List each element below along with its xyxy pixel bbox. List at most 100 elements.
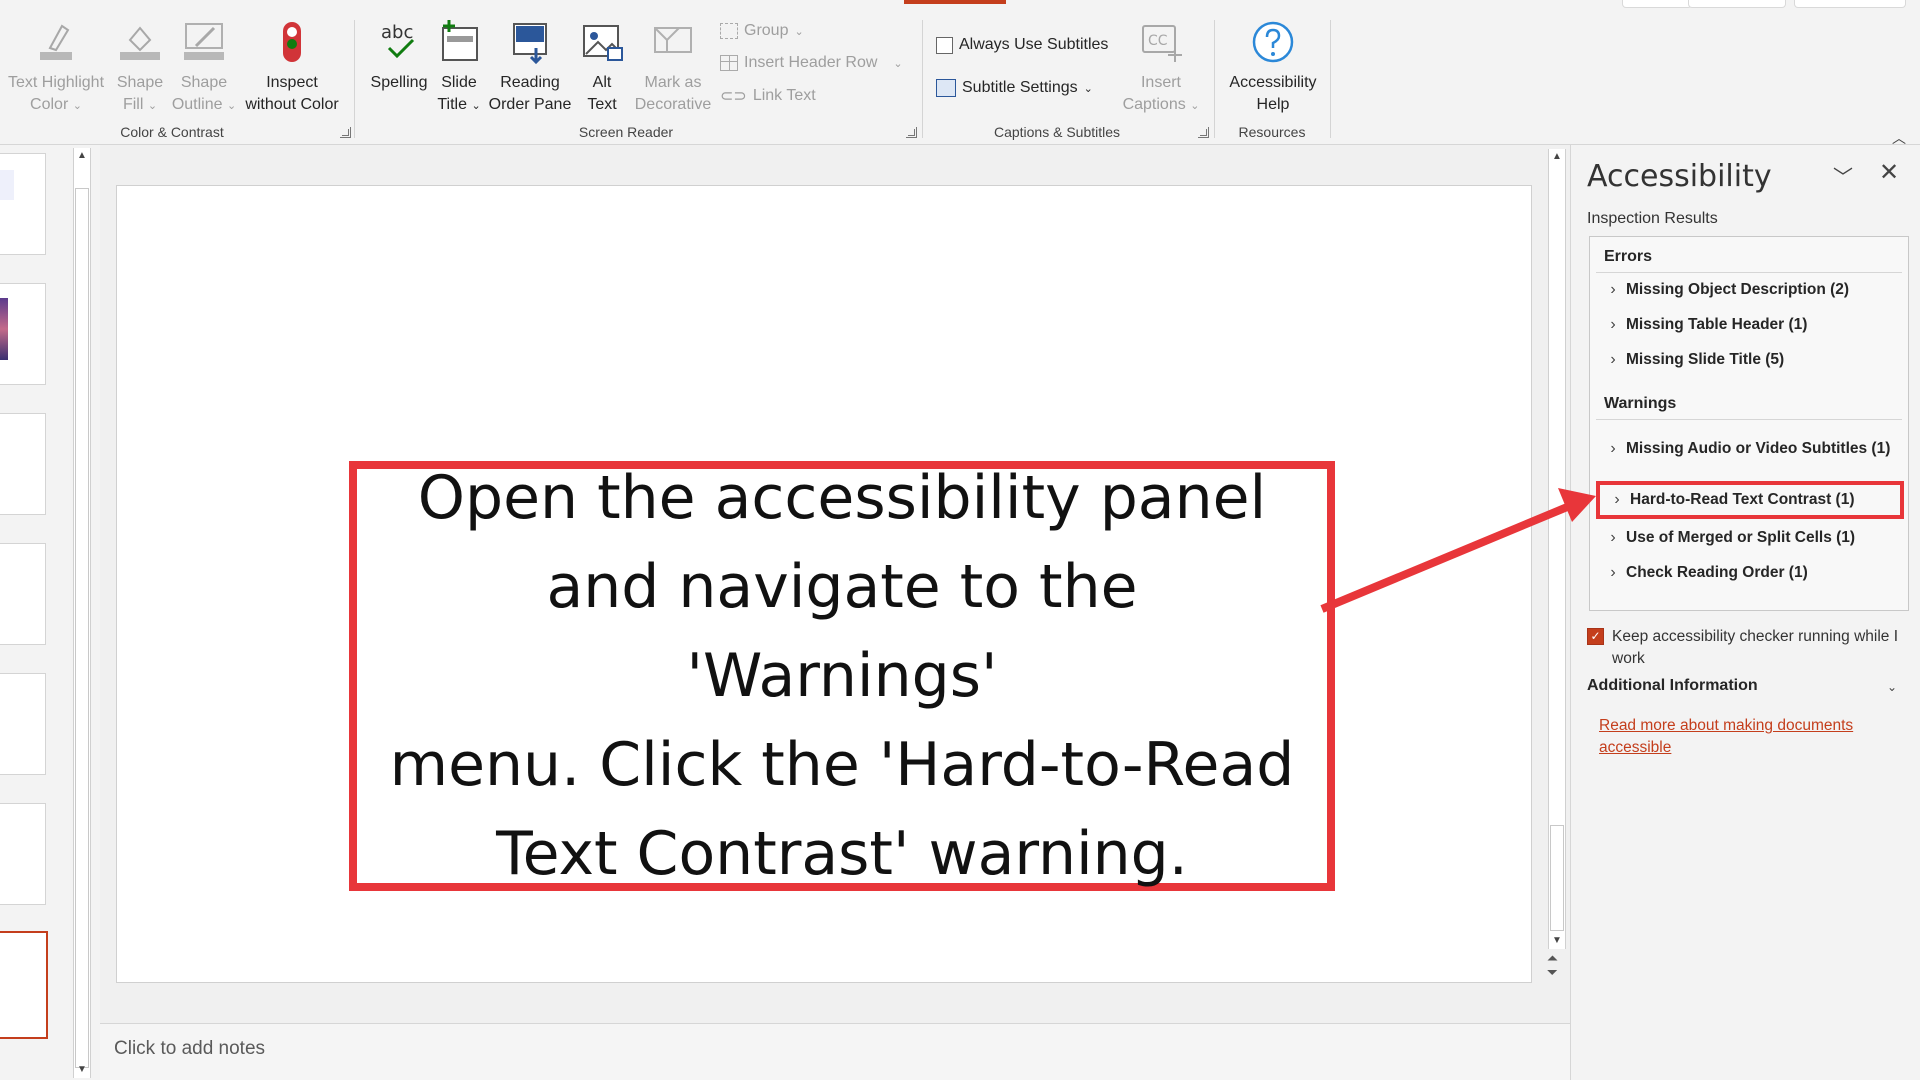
dialog-launcher-icon[interactable] <box>1198 127 1209 138</box>
chevron-down-icon: ⌄ <box>471 100 481 112</box>
scroll-up-icon[interactable]: ▲ <box>74 148 90 164</box>
group-button[interactable]: Group ⌄ <box>720 22 804 40</box>
accessibility-pane: Accessibility ﹀ ✕ Inspection Results Err… <box>1570 145 1920 1080</box>
reading-order-icon <box>513 23 547 65</box>
inspection-results-label: Inspection Results <box>1587 210 1718 227</box>
scroll-thumb[interactable] <box>1550 825 1564 931</box>
slide-title-button[interactable]: Slide Title ⌄ <box>432 18 486 117</box>
warning-item[interactable]: › Use of Merged or Split Cells (1) <box>1600 523 1902 553</box>
group-separator <box>354 20 355 138</box>
alt-text-button[interactable]: Alt Text <box>576 18 628 116</box>
warning-item-hard-to-read-contrast[interactable]: › Hard-to-Read Text Contrast (1) <box>1596 481 1904 519</box>
slide-thumbnail[interactable] <box>0 543 46 645</box>
read-more-link[interactable]: Read more about making documents accessi… <box>1599 715 1899 759</box>
group-separator <box>1330 20 1331 138</box>
reading-order-label-1: Reading <box>500 74 560 91</box>
shape-fill-button[interactable]: Shape Fill ⌄ <box>112 18 168 117</box>
pane-options-chevron-icon[interactable]: ﹀ <box>1833 161 1853 190</box>
insert-header-row-label: Insert Header Row <box>744 54 878 71</box>
insert-captions-label-2: Captions <box>1122 96 1186 113</box>
chevron-down-icon[interactable]: ⌄ <box>1887 680 1897 694</box>
instruction-text: Open the accessibility panel and navigat… <box>387 454 1297 899</box>
spelling-label: Spelling <box>370 74 428 91</box>
slide-thumbnail[interactable] <box>0 673 46 775</box>
text-highlight-color-button[interactable]: Text Highlight Color ⌄ <box>4 18 108 117</box>
slide-thumbnail-selected[interactable] <box>0 931 48 1039</box>
text-highlight-label-1: Text Highlight <box>7 74 105 91</box>
close-icon[interactable]: ✕ <box>1879 158 1899 187</box>
shape-outline-label-1: Shape <box>180 74 228 91</box>
inspect-without-color-button[interactable]: Inspect without Color <box>240 18 344 116</box>
slide-thumbnails-pane: ▲ ▼ <box>0 145 100 1080</box>
slide-scrollbar[interactable]: ▲ ▼ <box>1548 149 1566 949</box>
spelling-abc-text: abc <box>381 22 413 43</box>
warning-item[interactable]: › Check Reading Order (1) <box>1600 558 1902 588</box>
insert-header-row-button[interactable]: Insert Header Row ⌄ <box>720 54 903 72</box>
chevron-right-icon: › <box>1610 351 1616 368</box>
dialog-launcher-icon[interactable] <box>906 127 917 138</box>
inspect-label-2: without Color <box>245 96 339 113</box>
spelling-check-icon: abc <box>381 22 415 59</box>
shape-fill-label-2: Fill <box>122 96 144 113</box>
shape-outline-label-2: Outline <box>171 96 223 113</box>
subtitle-settings-label: Subtitle Settings <box>962 79 1078 96</box>
error-item[interactable]: › Missing Table Header (1) <box>1600 310 1902 340</box>
reading-order-pane-button[interactable]: Reading Order Pane <box>488 18 572 116</box>
dialog-launcher-icon[interactable] <box>340 127 351 138</box>
group-label-resources: Resources <box>1238 124 1306 140</box>
slide-title-label-2: Title <box>437 96 467 113</box>
error-item[interactable]: › Missing Object Description (2) <box>1600 275 1902 305</box>
title-bar-button[interactable] <box>1622 0 1692 8</box>
error-item-label: Missing Table Header (1) <box>1626 316 1808 333</box>
instruction-line: and navigate to the 'Warnings' <box>546 551 1138 711</box>
slide-thumbnail[interactable] <box>0 153 46 255</box>
scroll-up-icon[interactable]: ▲ <box>1549 149 1565 165</box>
link-text-button[interactable]: ⊂⊃ Link Text <box>720 86 816 106</box>
slide-thumbnail[interactable] <box>0 283 46 385</box>
link-text-label: Link Text <box>752 87 816 104</box>
slide-thumbnail[interactable] <box>0 803 46 905</box>
instruction-line: Text Contrast' warning. <box>496 818 1188 889</box>
inspect-label-1: Inspect <box>266 74 318 91</box>
warning-item-label: Hard-to-Read Text Contrast (1) <box>1630 491 1855 508</box>
text-highlight-label-2: Color <box>30 96 69 113</box>
chevron-down-icon: ⌄ <box>1083 82 1093 95</box>
title-bar-button[interactable] <box>1688 0 1786 8</box>
warning-item[interactable]: › Missing Audio or Video Subtitles (1) <box>1600 425 1902 473</box>
previous-slide-icon[interactable]: ⏶ <box>1547 951 1558 965</box>
shape-outline-button[interactable]: Shape Outline ⌄ <box>168 18 240 117</box>
thumbnails-scrollbar[interactable]: ▲ ▼ <box>73 148 91 1078</box>
accessibility-help-button[interactable]: Accessibility Help <box>1222 18 1324 116</box>
warning-item-label: Check Reading Order (1) <box>1626 564 1808 581</box>
next-slide-icon[interactable]: ⏷ <box>1547 965 1558 979</box>
keep-checker-running-checkbox[interactable]: ✓ Keep accessibility checker running whi… <box>1587 626 1907 670</box>
spelling-button[interactable]: abc Spelling <box>364 18 434 94</box>
slide-title-icon <box>442 20 478 61</box>
insert-captions-button[interactable]: CC Insert Captions ⌄ <box>1116 18 1206 117</box>
slide-thumbnail[interactable] <box>0 413 46 515</box>
subtitle-settings-button[interactable]: Subtitle Settings ⌄ <box>936 79 1093 97</box>
warnings-heading: Warnings <box>1604 395 1677 412</box>
inspection-results-list: Errors › Missing Object Description (2) … <box>1589 236 1909 611</box>
paint-bucket-icon <box>120 26 160 60</box>
scroll-down-icon[interactable]: ▼ <box>74 1062 90 1078</box>
chevron-right-icon: › <box>1610 316 1616 333</box>
alt-text-label-1: Alt <box>592 74 612 91</box>
scroll-down-icon[interactable]: ▼ <box>1549 933 1565 949</box>
always-use-subtitles-checkbox[interactable]: Always Use Subtitles <box>936 36 1108 54</box>
subtitle-settings-icon <box>936 79 956 97</box>
additional-information-heading[interactable]: Additional Information <box>1587 677 1758 695</box>
thumbnail-image <box>0 298 8 360</box>
checkbox-checked-icon: ✓ <box>1587 628 1604 645</box>
notes-pane[interactable]: Click to add notes <box>100 1023 1570 1080</box>
slide-canvas[interactable]: Open the accessibility panel and navigat… <box>116 185 1532 983</box>
error-item[interactable]: › Missing Slide Title (5) <box>1600 345 1902 375</box>
accessibility-help-label-1: Accessibility <box>1229 74 1317 91</box>
table-icon <box>720 55 738 71</box>
title-bar-button[interactable] <box>1794 0 1906 8</box>
mark-as-decorative-button[interactable]: Mark as Decorative <box>630 18 716 116</box>
alt-text-label-2: Text <box>587 96 617 113</box>
scroll-thumb[interactable] <box>75 188 89 1068</box>
mark-decorative-label-1: Mark as <box>644 74 702 91</box>
slide-title-label-1: Slide <box>441 74 477 91</box>
